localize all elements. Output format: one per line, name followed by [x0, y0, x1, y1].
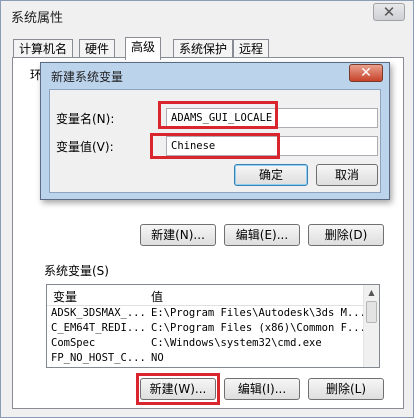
- tab-remote[interactable]: 远程: [233, 39, 270, 59]
- close-icon[interactable]: ✕: [349, 64, 383, 82]
- dialog-body: 变量名(N): ADAMS_GUI_LOCALE 变量值(V): Chinese…: [49, 89, 381, 193]
- system-new-button[interactable]: 新建(W)...: [140, 378, 216, 400]
- list-header: 变量 值: [47, 285, 365, 306]
- system-variables-label: 系统变量(S): [44, 264, 109, 278]
- variable-value: E:\Program Files\Autodesk\3ds M...: [151, 307, 365, 319]
- variable-name: C_EM64T_REDI...: [51, 322, 146, 334]
- ok-button[interactable]: 确定: [234, 164, 308, 186]
- tab-hardware[interactable]: 硬件: [79, 39, 116, 59]
- variable-name: ComSpec: [51, 337, 96, 349]
- scroll-thumb[interactable]: [366, 301, 377, 323]
- variable-value: C:\Program Files (x86)\Common F...: [151, 322, 365, 334]
- column-header-variable[interactable]: 变量: [53, 288, 77, 305]
- column-header-value[interactable]: 值: [151, 288, 163, 305]
- variable-name: FP_NO_HOST_C...: [51, 352, 146, 364]
- system-edit-button[interactable]: 编辑(I)...: [224, 378, 300, 400]
- list-item[interactable]: C_EM64T_REDI... C:\Program Files (x86)\C…: [47, 322, 365, 337]
- variable-name: ADSK_3DSMAX_...: [51, 307, 146, 319]
- list-item[interactable]: ADSK_3DSMAX_... E:\Program Files\Autodes…: [47, 307, 365, 322]
- tab-advanced[interactable]: 高级: [125, 37, 162, 60]
- tab-computer-name[interactable]: 计算机名: [13, 39, 74, 59]
- user-new-button[interactable]: 新建(N)...: [140, 224, 216, 246]
- list-scrollbar[interactable]: ▲: [363, 285, 379, 367]
- cancel-button[interactable]: 取消: [316, 164, 378, 186]
- new-system-variable-dialog: 新建系统变量 ✕ 变量名(N): ADAMS_GUI_LOCALE 变量值(V)…: [40, 62, 390, 200]
- variable-value-field[interactable]: Chinese: [166, 136, 378, 156]
- user-edit-button[interactable]: 编辑(E)...: [224, 224, 300, 246]
- variable-value-label: 变量值(V):: [56, 140, 114, 154]
- variable-value: C:\Windows\system32\cmd.exe: [151, 337, 322, 349]
- tab-system-protection[interactable]: 系统保护: [173, 39, 234, 59]
- list-item[interactable]: FP_NO_HOST_C... NO: [47, 352, 365, 367]
- variable-value: NO: [151, 352, 164, 364]
- list-item[interactable]: ComSpec C:\Windows\system32\cmd.exe: [47, 337, 365, 352]
- dialog-title: 新建系统变量: [51, 70, 124, 84]
- scroll-up-icon[interactable]: ▲: [364, 285, 379, 300]
- system-delete-button[interactable]: 删除(L): [308, 378, 384, 400]
- user-delete-button[interactable]: 删除(D): [308, 224, 384, 246]
- system-variables-list[interactable]: 变量 值 ADSK_3DSMAX_... E:\Program Files\Au…: [46, 284, 380, 368]
- close-icon[interactable]: ✕: [373, 3, 405, 21]
- window-title: 系统属性: [11, 11, 64, 26]
- variable-name-field[interactable]: ADAMS_GUI_LOCALE: [166, 108, 378, 128]
- variable-name-label: 变量名(N):: [56, 112, 115, 126]
